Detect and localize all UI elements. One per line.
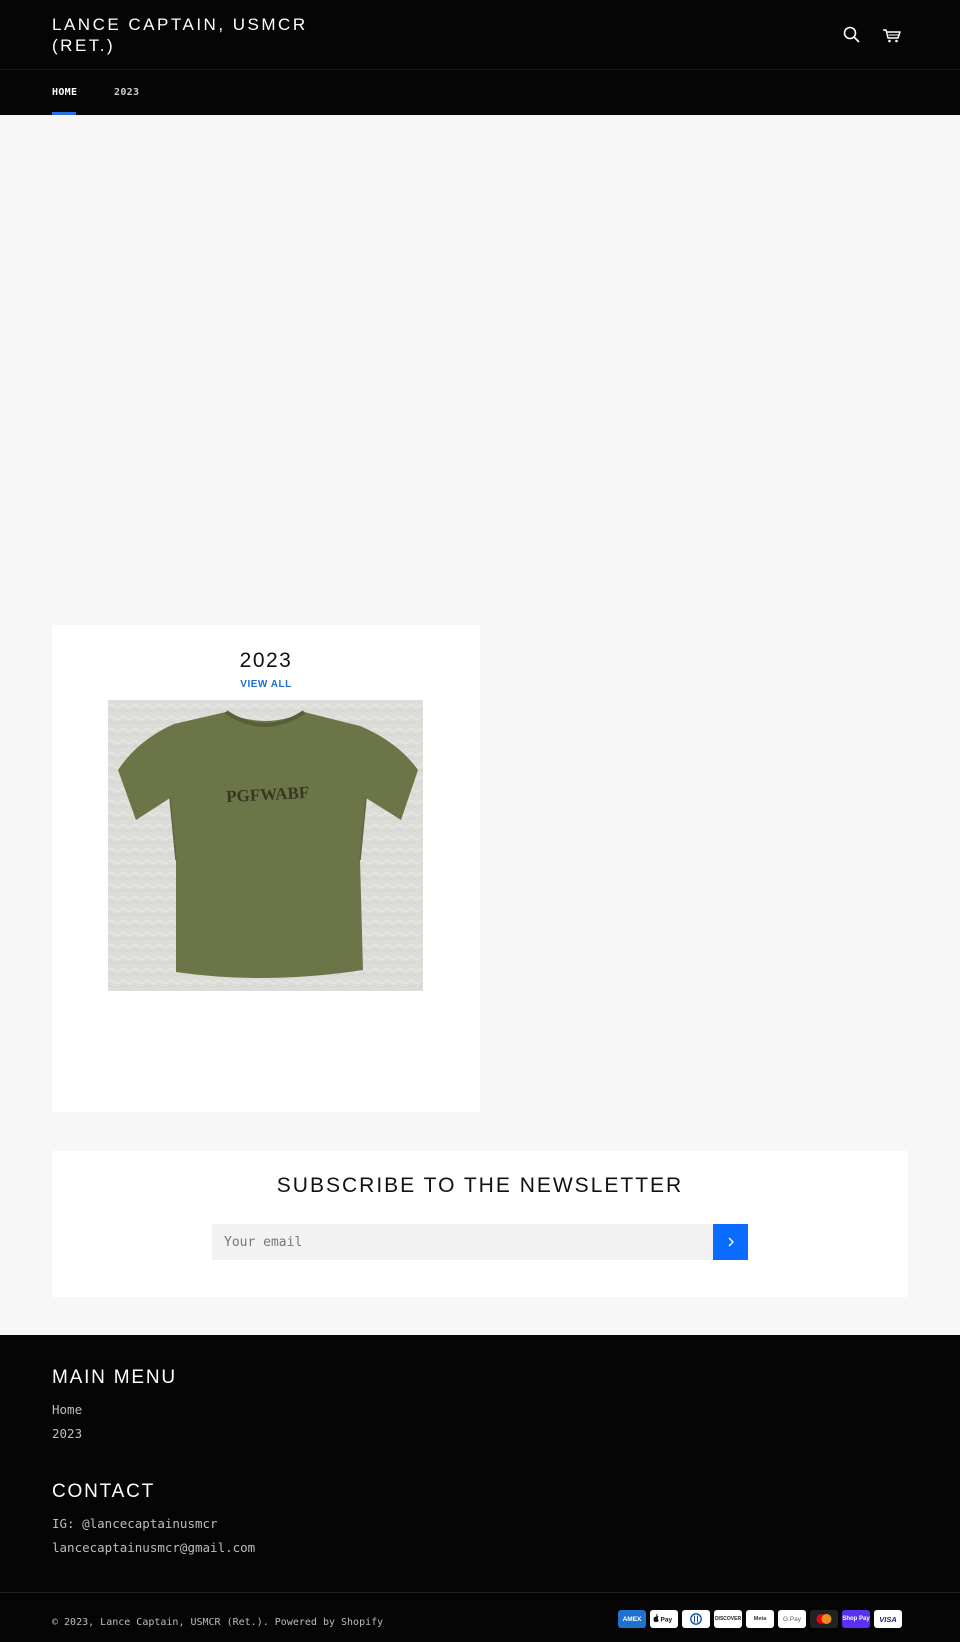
footer-contact-title: CONTACT [52,1481,156,1502]
mastercard-icon [810,1610,838,1628]
visa-icon: VISA [874,1610,902,1628]
shop-pay-icon: Shop Pay [842,1610,870,1628]
copyright-text: © 2023, Lance Captain, USMCR (Ret.). Pow… [52,1617,383,1628]
diners-club-icon [682,1610,710,1628]
footer-menu-title: MAIN MENU [52,1367,177,1388]
nav-item-2023[interactable]: 2023 [114,87,139,98]
footer-divider [0,1592,960,1593]
nav-active-indicator [52,112,76,115]
collection-image[interactable]: PGFWABF [108,700,423,991]
copyright-store-link[interactable]: Lance Captain, USMCR (Ret.) [100,1617,263,1628]
site-header: LANCE CAPTAIN, USMCR (RET.) [0,0,960,70]
chevron-right-icon [728,1237,734,1247]
footer-link-2023[interactable]: 2023 [52,1426,82,1441]
diners-club-glyph [690,1613,702,1625]
apple-pay-icon: Pay [650,1610,678,1628]
discover-icon: DISCOVER [714,1610,742,1628]
amex-icon: AMEX [618,1610,646,1628]
copyright-prefix: © 2023, [52,1617,101,1628]
view-all-link[interactable]: VIEW ALL [52,679,480,690]
nav-item-home[interactable]: HOME [52,87,77,98]
apple-pay-glyph: Pay [653,1613,673,1624]
contact-instagram: IG: @lancecaptainusmcr [52,1516,218,1531]
mastercard-glyph [816,1614,832,1624]
newsletter-section: SUBSCRIBE TO THE NEWSLETTER [52,1151,908,1297]
powered-by-shopify[interactable]: . Powered by Shopify [263,1617,383,1628]
site-logo[interactable]: LANCE CAPTAIN, USMCR (RET.) [52,14,312,56]
main-nav: HOME 2023 [0,70,960,115]
newsletter-email-input[interactable] [212,1224,713,1260]
contact-email: lancecaptainusmcr@gmail.com [52,1540,256,1555]
newsletter-submit-button[interactable] [713,1224,748,1260]
collection-card[interactable]: 2023 VIEW ALL PGFWABF [52,625,480,1112]
newsletter-title: SUBSCRIBE TO THE NEWSLETTER [276,1174,684,1197]
google-pay-icon: G Pay [778,1610,806,1628]
site-footer: MAIN MENU Home 2023 CONTACT IG: @lanceca… [0,1335,960,1642]
collection-title[interactable]: 2023 [52,649,480,673]
search-icon[interactable] [839,22,865,48]
cart-icon[interactable] [879,22,905,48]
svg-text:Pay: Pay [661,1617,673,1624]
footer-link-home[interactable]: Home [52,1402,82,1417]
meta-pay-icon: Meta [746,1610,774,1628]
